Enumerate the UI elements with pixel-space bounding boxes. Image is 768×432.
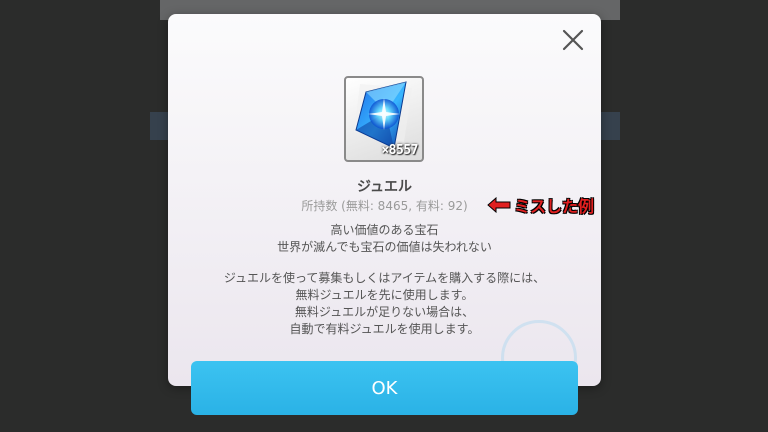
annotation-text: ミスした例 [514,197,595,216]
jewel-item-icon: ×8557 [344,76,424,162]
annotation-callout: ミスした例 [486,193,594,217]
close-button[interactable] [561,28,585,52]
info-line: 無料ジュエルを先に使用します。 [295,288,474,302]
info-line: 無料ジュエルが足りない場合は、 [294,305,475,319]
left-arrow-icon [487,197,511,213]
flavor-text: 高い価値のある宝石 世界が滅んでも宝石の価値は失われない [168,222,601,256]
close-icon [562,29,584,51]
flavor-line: 世界が滅んでも宝石の価値は失われない [277,240,492,254]
ok-button[interactable]: OK [191,361,578,415]
flavor-line: 高い価値のある宝石 [330,223,439,237]
item-quantity: ×8557 [381,143,418,158]
info-line: ジュエルを使って募集もしくはアイテムを購入する際には、 [223,271,546,285]
